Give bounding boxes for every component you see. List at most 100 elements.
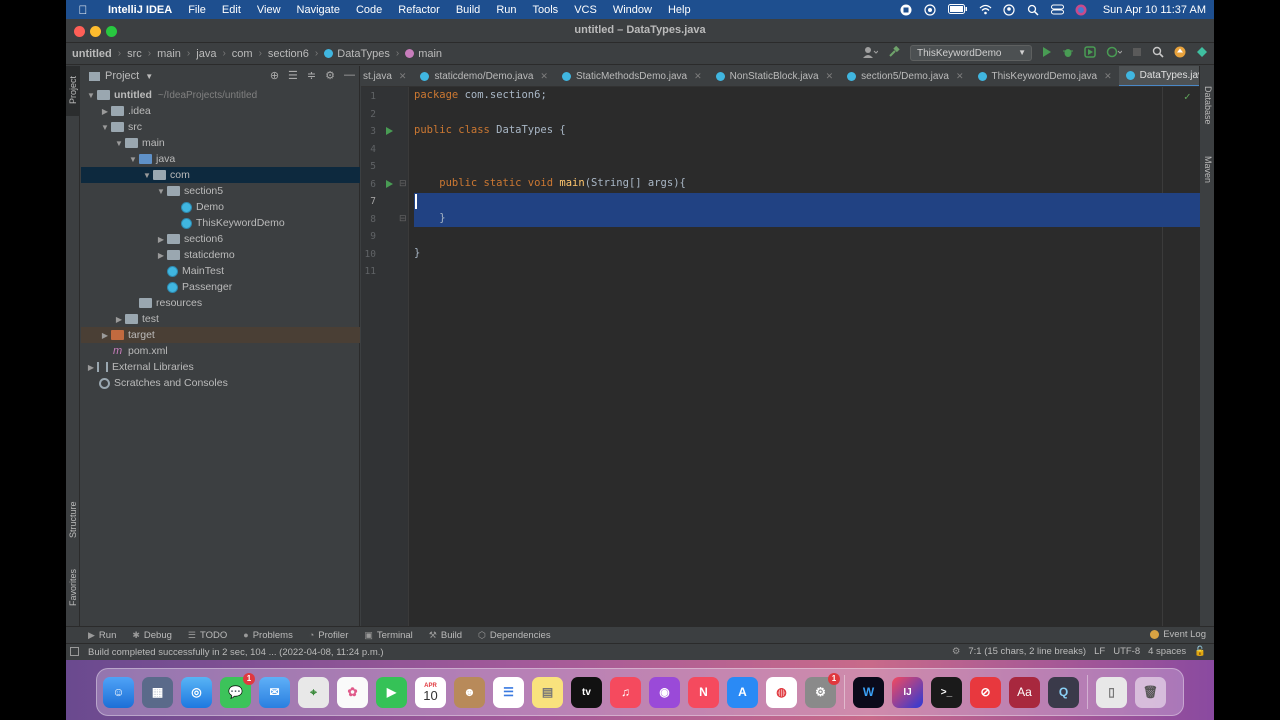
- siri-icon[interactable]: [1075, 4, 1088, 16]
- breadcrumb-class[interactable]: DataTypes: [337, 48, 390, 60]
- apple-icon[interactable]: : [66, 3, 100, 17]
- play-circle-icon[interactable]: [924, 4, 937, 16]
- event-log-button[interactable]: Event Log: [1150, 629, 1206, 640]
- tree-node-staticdemo[interactable]: ▶ staticdemo: [81, 247, 360, 263]
- close-icon[interactable]: ✕: [956, 71, 964, 82]
- finder-icon[interactable]: ☺: [103, 676, 134, 708]
- run-class-gutter-icon[interactable]: [386, 127, 393, 135]
- locate-icon[interactable]: ⊕: [270, 69, 279, 82]
- tab-staticmethodsdemo[interactable]: StaticMethodsDemo.java ✕: [555, 66, 709, 86]
- close-icon[interactable]: ✕: [1104, 71, 1112, 82]
- collapsed-arrow-icon[interactable]: ▶: [99, 331, 111, 340]
- menu-clock[interactable]: Sun Apr 10 11:37 AM: [1103, 4, 1206, 16]
- debug-icon[interactable]: [1062, 46, 1074, 61]
- update-icon[interactable]: [1174, 46, 1186, 61]
- breadcrumb-com[interactable]: com: [232, 48, 253, 60]
- breadcrumb-src[interactable]: src: [127, 48, 142, 60]
- chrome-icon[interactable]: ◍: [766, 676, 797, 708]
- intellij-idea-icon[interactable]: IJ: [892, 676, 923, 708]
- caret-position[interactable]: 7:1 (15 chars, 2 line breaks): [968, 646, 1086, 657]
- problems-tool-button[interactable]: ● Problems: [243, 630, 293, 641]
- expanded-arrow-icon[interactable]: ▼: [155, 187, 167, 196]
- collapsed-arrow-icon[interactable]: ▶: [155, 251, 167, 260]
- close-icon[interactable]: ✕: [399, 71, 407, 82]
- notes-icon[interactable]: ▤: [532, 676, 563, 708]
- tree-node-section5[interactable]: ▼ section5: [81, 183, 360, 199]
- breadcrumb-project[interactable]: untitled: [72, 48, 112, 60]
- run-method-gutter-icon[interactable]: [386, 180, 393, 188]
- wifi-icon[interactable]: [979, 4, 992, 15]
- run-tool-button[interactable]: ▶ Run: [88, 630, 116, 641]
- safari-icon[interactable]: ◎: [181, 676, 212, 708]
- tree-node-pom[interactable]: m pom.xml: [81, 343, 360, 359]
- project-view-label[interactable]: Project: [105, 70, 139, 82]
- menu-build[interactable]: Build: [448, 4, 488, 16]
- lock-icon[interactable]: 🔓: [1194, 646, 1206, 657]
- collapsed-arrow-icon[interactable]: ▶: [99, 107, 111, 116]
- database-stripe-label[interactable]: Database: [1203, 86, 1213, 125]
- collapsed-arrow-icon[interactable]: ▶: [113, 315, 125, 324]
- breadcrumb-main[interactable]: main: [157, 48, 181, 60]
- menu-edit[interactable]: Edit: [214, 4, 249, 16]
- fold-icon[interactable]: ⊟: [399, 213, 407, 224]
- breadcrumb-java[interactable]: java: [196, 48, 216, 60]
- expanded-arrow-icon[interactable]: ▼: [85, 91, 97, 100]
- profiler-tool-button[interactable]: ◔ Profiler: [309, 630, 349, 641]
- menu-code[interactable]: Code: [348, 4, 390, 16]
- tree-node-com[interactable]: ▼ com: [81, 167, 360, 183]
- tab-nonstaticblock[interactable]: NonStaticBlock.java ✕: [709, 66, 840, 86]
- tree-node-src[interactable]: ▼ src: [81, 119, 360, 135]
- photos-icon[interactable]: ✿: [337, 676, 368, 708]
- spotlight-search-icon[interactable]: [1027, 4, 1040, 16]
- line-separator[interactable]: LF: [1094, 646, 1105, 657]
- build-hammer-icon[interactable]: [888, 45, 900, 61]
- tab-staticdemo-demo[interactable]: staticdemo/Demo.java ✕: [413, 66, 554, 86]
- close-icon[interactable]: ✕: [694, 71, 702, 82]
- menu-help[interactable]: Help: [660, 4, 699, 16]
- tree-node-idea[interactable]: ▶ .idea: [81, 103, 360, 119]
- tab-thiskeyworddemo[interactable]: ThisKeywordDemo.java ✕: [971, 66, 1119, 86]
- checkmark-icon[interactable]: ✓: [1184, 90, 1191, 103]
- indent-setting[interactable]: 4 spaces: [1148, 646, 1186, 657]
- trash-icon[interactable]: 🗑: [1135, 676, 1166, 708]
- menu-window[interactable]: Window: [605, 4, 660, 16]
- expanded-arrow-icon[interactable]: ▼: [113, 139, 125, 148]
- coverage-icon[interactable]: [1084, 45, 1096, 61]
- tree-node-root[interactable]: ▼ untitled ~/IdeaProjects/untitled: [81, 87, 360, 103]
- record-stop-icon[interactable]: [900, 4, 913, 16]
- maps-icon[interactable]: ⌖: [298, 676, 329, 708]
- debug-tool-button[interactable]: ✱ Debug: [132, 630, 172, 641]
- menu-file[interactable]: File: [180, 4, 214, 16]
- tree-node-section6[interactable]: ▶ section6: [81, 231, 360, 247]
- contacts-icon[interactable]: ☻: [454, 676, 485, 708]
- gear-icon[interactable]: ⚙: [325, 69, 335, 82]
- tree-node-passenger[interactable]: Passenger: [81, 279, 360, 295]
- chevron-down-icon[interactable]: ▼: [145, 72, 153, 81]
- collapse-all-icon[interactable]: ≑: [307, 69, 316, 82]
- reader-mode-icon[interactable]: ⚙: [952, 646, 961, 657]
- tab-datatypes[interactable]: DataTypes.java ✕: [1118, 66, 1199, 86]
- code-editor[interactable]: 1 2 3 4 5 6 7 8 9 10 11 ⊟ ⊟ package com.…: [361, 87, 1200, 626]
- menu-refactor[interactable]: Refactor: [390, 4, 448, 16]
- fold-icon[interactable]: ⊟: [399, 178, 407, 189]
- music-icon[interactable]: ♫: [610, 676, 641, 708]
- tree-node-thiskeyworddemo[interactable]: ThisKeywordDemo: [81, 215, 360, 231]
- tree-node-external-libraries[interactable]: ▶ External Libraries: [81, 359, 360, 375]
- podcasts-icon[interactable]: ◉: [649, 676, 680, 708]
- run-configuration-select[interactable]: ThisKeywordDemo ▼: [910, 45, 1032, 61]
- webex-icon[interactable]: W: [853, 676, 884, 708]
- status-message[interactable]: Build completed successfully in 2 sec, 1…: [88, 647, 384, 658]
- terminal-tool-button[interactable]: ▣ Terminal: [364, 630, 412, 641]
- remote-desktop-icon[interactable]: ⊘: [970, 676, 1001, 708]
- collapsed-arrow-icon[interactable]: ▶: [155, 235, 167, 244]
- build-tool-button[interactable]: ⚒ Build: [429, 630, 462, 641]
- file-encoding[interactable]: UTF-8: [1113, 646, 1140, 657]
- news-icon[interactable]: N: [688, 676, 719, 708]
- stop-icon[interactable]: [1132, 47, 1142, 60]
- control-center-icon[interactable]: [1050, 4, 1064, 15]
- project-stripe-button[interactable]: Project: [66, 66, 80, 116]
- expand-all-icon[interactable]: ☰: [288, 69, 298, 82]
- breadcrumb-method[interactable]: main: [418, 48, 442, 60]
- hide-panel-icon[interactable]: —: [344, 69, 355, 82]
- menu-view[interactable]: View: [249, 4, 289, 16]
